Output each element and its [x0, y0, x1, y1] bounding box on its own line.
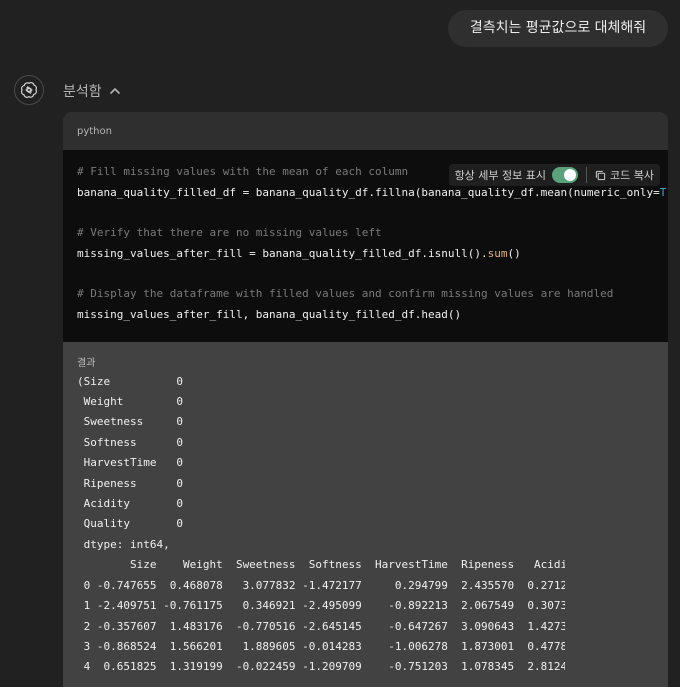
chat-page: 결측치는 평균값으로 대체해줘 분석함 python # Fill missin… [0, 0, 680, 687]
chevron-up-icon [109, 88, 120, 94]
output-line: 4 0.651825 1.319199 -0.022459 -1.209709 … [77, 660, 565, 673]
analysis-toggle[interactable]: 분석함 [63, 80, 122, 102]
output-line: Weight 0 [77, 395, 183, 408]
result-panel: 결과 (Size 0 Weight 0 Sweetness 0 Softness… [63, 342, 668, 687]
code-line: # Verify that there are no missing value… [77, 226, 382, 239]
detail-toggle-label: 항상 세부 정보 표시 [454, 169, 547, 182]
output-line: 3 -0.868524 1.566201 1.889605 -0.014283 … [77, 640, 565, 653]
output-line: Softness 0 [77, 436, 183, 449]
output-line: Ripeness 0 [77, 477, 183, 490]
toolbar-divider [586, 167, 588, 183]
analysis-label: 분석함 [63, 84, 102, 100]
code-line: missing_values_after_fill = banana_quali… [77, 246, 521, 262]
output-line: Quality 0 [77, 517, 183, 530]
user-message-bubble: 결측치는 평균값으로 대체해줘 [448, 10, 668, 47]
code-panel: python # Fill missing values with the me… [63, 112, 668, 342]
code-text: banana_quality_filled_df = banana_qualit… [77, 186, 668, 199]
code-line: # Display the dataframe with filled valu… [77, 287, 614, 300]
code-text: missing_values_after_fill = banana_quali… [77, 247, 521, 260]
output-line: Acidity 0 [77, 497, 183, 510]
output-line: 2 -0.357607 1.483176 -0.770516 -2.645145… [77, 620, 565, 633]
copy-code-button[interactable]: 코드 복사 [589, 164, 660, 186]
assistant-avatar [14, 75, 44, 105]
code-line: banana_quality_filled_df = banana_qualit… [77, 185, 668, 201]
output-line: Sweetness 0 [77, 415, 183, 428]
openai-logo-icon [21, 82, 37, 98]
toggle-knob [564, 169, 577, 181]
toggle-switch[interactable] [552, 167, 579, 183]
result-output: (Size 0 Weight 0 Sweetness 0 Softness 0 … [77, 372, 565, 687]
output-line: (Size 0 [77, 375, 183, 388]
output-line: 0 -0.747655 0.468078 3.077832 -1.472177 … [77, 579, 565, 592]
output-line: 1 -2.409751 -0.761175 0.346921 -2.495099… [77, 599, 565, 612]
output-line: HarvestTime 0 [77, 456, 183, 469]
result-label: 결과 [77, 358, 96, 369]
code-line: missing_values_after_fill, banana_qualit… [77, 308, 462, 321]
code-line: # Fill missing values with the mean of e… [77, 165, 409, 178]
detail-toggle[interactable]: 항상 세부 정보 표시 [449, 164, 584, 186]
output-line: Size Weight Sweetness Softness HarvestTi… [77, 558, 565, 571]
copy-label: 코드 복사 [610, 169, 654, 182]
code-language-label: python [77, 125, 112, 137]
code-header: python [63, 112, 668, 150]
copy-icon [595, 170, 606, 180]
code-toolbar: 항상 세부 정보 표시 코드 복사 [448, 164, 660, 186]
user-message-text: 결측치는 평균값으로 대체해줘 [469, 20, 647, 36]
output-line: dtype: int64, [77, 538, 170, 551]
